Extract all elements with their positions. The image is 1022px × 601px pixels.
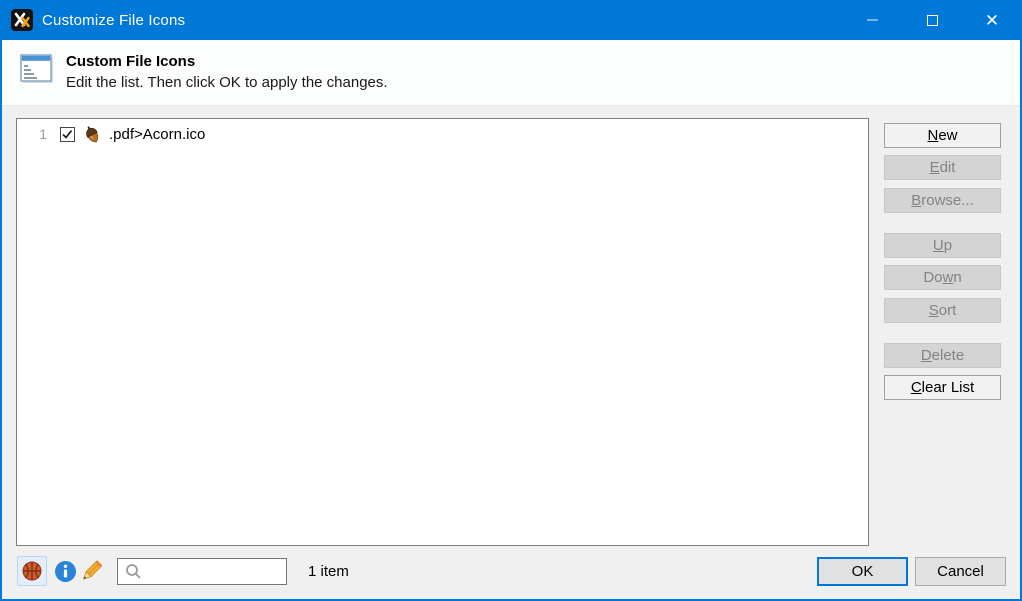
minimize-button[interactable] xyxy=(842,0,902,40)
sort-button[interactable]: Sort xyxy=(884,298,1001,323)
edit-button[interactable]: Edit xyxy=(884,155,1001,180)
list-item[interactable]: 1 .pdf>Acorn.ico xyxy=(17,119,868,147)
search-box xyxy=(117,558,287,585)
xyplorer-logo-icon xyxy=(11,9,33,31)
item-checkbox[interactable] xyxy=(60,127,75,142)
new-button[interactable]: New xyxy=(884,123,1001,148)
basketball-toggle[interactable] xyxy=(17,556,47,586)
delete-button[interactable]: Delete xyxy=(884,343,1001,368)
pencil-icon xyxy=(78,558,104,584)
info-icon xyxy=(54,560,77,583)
ok-button[interactable]: OK xyxy=(817,557,908,586)
minimize-icon xyxy=(867,19,878,21)
browse-button[interactable]: Browse... xyxy=(884,188,1001,213)
page-title: Custom File Icons xyxy=(66,53,195,70)
clear-list-button[interactable]: Clear List xyxy=(884,375,1001,400)
item-label: .pdf>Acorn.ico xyxy=(109,126,205,143)
item-count: 1 item xyxy=(308,563,349,580)
acorn-icon xyxy=(82,124,102,144)
window-title: Customize File Icons xyxy=(42,12,185,29)
page-subtitle: Edit the list. Then click OK to apply th… xyxy=(66,74,388,91)
down-button[interactable]: Down xyxy=(884,265,1001,290)
caption-controls: ✕ xyxy=(842,0,1022,40)
up-button[interactable]: Up xyxy=(884,233,1001,258)
header: Custom File Icons Edit the list. Then cl… xyxy=(2,40,1020,106)
maximize-icon xyxy=(927,15,938,26)
dialog-list-icon xyxy=(19,53,55,85)
close-button[interactable]: ✕ xyxy=(962,0,1022,40)
edit-toggle[interactable] xyxy=(76,556,106,586)
maximize-button[interactable] xyxy=(902,0,962,40)
row-index: 1 xyxy=(17,126,47,142)
titlebar: Customize File Icons ✕ xyxy=(0,0,1022,40)
file-icon-list[interactable]: 1 .pdf>Acorn.ico xyxy=(16,118,869,546)
customize-file-icons-dialog: Customize File Icons ✕ Custom File Icons… xyxy=(0,0,1022,601)
check-icon xyxy=(61,128,74,141)
cancel-button[interactable]: Cancel xyxy=(915,557,1006,586)
basketball-icon xyxy=(21,560,43,582)
search-input[interactable] xyxy=(117,558,287,585)
close-icon: ✕ xyxy=(985,12,999,29)
